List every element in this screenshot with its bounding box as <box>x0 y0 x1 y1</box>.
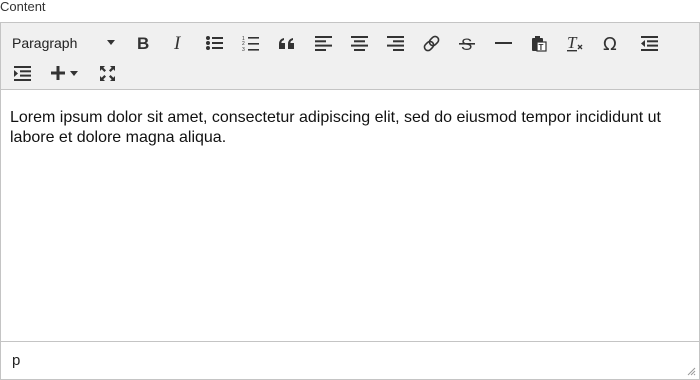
outdent-button[interactable] <box>637 29 661 57</box>
strikethrough-button[interactable]: S <box>455 29 479 57</box>
fullscreen-icon <box>99 65 115 81</box>
paste-plain-text-button[interactable]: T <box>527 29 551 57</box>
editor-toolbar: Paragraph B I 1 2 3 S T T Ω <box>1 23 699 90</box>
align-left-button[interactable] <box>311 29 335 57</box>
bold-button[interactable]: B <box>131 29 155 57</box>
svg-text:T: T <box>567 34 578 52</box>
indent-button[interactable] <box>10 59 34 87</box>
italic-button[interactable]: I <box>167 29 191 57</box>
bulleted-list-button[interactable] <box>203 29 227 57</box>
fullscreen-button[interactable] <box>95 59 119 87</box>
rich-text-editor: Paragraph B I 1 2 3 S T T Ω Lorem ipsum … <box>0 22 700 380</box>
horizontal-line-button[interactable] <box>491 29 515 57</box>
insert-dropdown-button[interactable] <box>47 59 81 87</box>
heading-dropdown[interactable]: Paragraph <box>7 29 119 57</box>
svg-text:3: 3 <box>242 47 245 52</box>
remove-format-icon: T <box>567 34 583 52</box>
bulleted-list-icon <box>206 36 223 50</box>
special-characters-button[interactable]: Ω <box>599 29 623 57</box>
svg-text:Ω: Ω <box>603 35 617 51</box>
element-path[interactable]: p <box>12 352 20 369</box>
svg-text:T: T <box>539 43 544 52</box>
editor-statusbar: p <box>1 341 699 379</box>
resize-grip-icon[interactable] <box>686 366 696 376</box>
heading-dropdown-value: Paragraph <box>12 35 78 51</box>
block-quote-icon <box>279 38 294 49</box>
svg-text:B: B <box>137 35 149 51</box>
remove-format-button[interactable]: T <box>563 29 587 57</box>
chevron-down-icon <box>70 70 78 76</box>
omega-icon: Ω <box>603 35 617 51</box>
strikethrough-icon: S <box>459 35 475 52</box>
block-quote-button[interactable] <box>275 29 299 57</box>
italic-icon: I <box>173 35 182 51</box>
bold-icon: B <box>137 35 149 51</box>
numbered-list-button[interactable]: 1 2 3 <box>239 29 263 57</box>
align-center-icon <box>350 35 368 51</box>
align-left-icon <box>314 35 332 51</box>
chevron-down-icon <box>107 40 115 45</box>
svg-text:I: I <box>173 35 182 51</box>
align-right-icon <box>386 35 404 51</box>
field-label: Content <box>0 0 46 14</box>
align-right-button[interactable] <box>383 29 407 57</box>
outdent-icon <box>640 35 658 51</box>
editor-content-area[interactable]: Lorem ipsum dolor sit amet, consectetur … <box>1 90 699 341</box>
plus-icon <box>51 66 65 80</box>
link-icon <box>423 35 439 51</box>
horizontal-line-icon <box>494 42 512 44</box>
indent-icon <box>13 65 31 81</box>
link-button[interactable] <box>419 29 443 57</box>
content-paragraph[interactable]: Lorem ipsum dolor sit amet, consectetur … <box>10 108 670 148</box>
numbered-list-icon: 1 2 3 <box>242 36 259 52</box>
align-center-button[interactable] <box>347 29 371 57</box>
paste-plain-text-icon: T <box>532 35 547 52</box>
